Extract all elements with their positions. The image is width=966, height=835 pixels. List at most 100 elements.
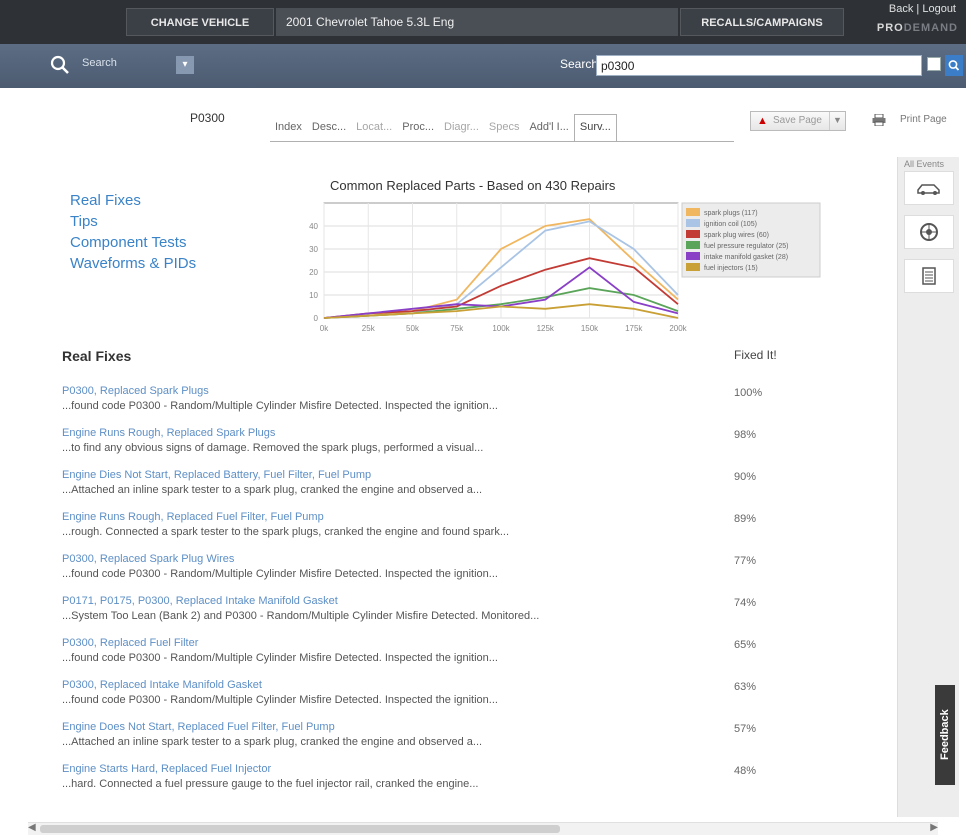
fix-title-link[interactable]: P0300, Replaced Intake Manifold Gasket [62,679,262,691]
change-vehicle-button[interactable]: CHANGE VEHICLE [126,8,274,36]
x-tick-label: 50k [406,324,420,333]
fix-description: ...found code P0300 - Random/Multiple Cy… [62,400,498,412]
fix-title-link[interactable]: Engine Does Not Start, Replaced Fuel Fil… [62,721,335,733]
quick-link-waveforms-pids[interactable]: Waveforms & PIDs [70,253,196,274]
tab-location[interactable]: Locat... [351,114,397,142]
search-go-button[interactable] [945,55,963,76]
fixed-it-percent: 65% [734,639,757,651]
fix-description: ...found code P0300 - Random/Multiple Cy… [62,568,498,580]
y-tick-label: 0 [314,314,319,323]
feedback-tab[interactable]: Feedback [935,685,955,785]
search-input[interactable] [596,55,922,76]
wheel-icon[interactable] [904,215,954,249]
x-tick-label: 125k [537,324,555,333]
tab-specs[interactable]: Specs [484,114,525,142]
print-page-link[interactable]: Print Page [900,114,947,125]
fix-title-link[interactable]: P0300, Replaced Spark Plugs [62,385,209,397]
chart-title: Common Replaced Parts - Based on 430 Rep… [330,178,616,193]
x-tick-label: 75k [450,324,464,333]
fix-title-link[interactable]: Engine Starts Hard, Replaced Fuel Inject… [62,763,271,775]
legend-label: fuel pressure regulator (25) [704,243,788,250]
printer-icon[interactable] [872,114,886,126]
list-item: P0300, Replaced Spark Plug Wires ...foun… [62,551,902,593]
quick-link-component-tests[interactable]: Component Tests [70,232,196,253]
scroll-left-icon[interactable]: ◀ [28,822,36,833]
list-item: P0300, Replaced Intake Manifold Gasket .… [62,677,902,719]
fixed-it-percent: 100% [734,387,763,399]
x-tick-label: 0k [320,324,329,333]
legend-swatch [686,241,700,249]
legend-swatch [686,230,700,238]
scroll-right-icon[interactable]: ▶ [930,822,938,833]
fix-title-link[interactable]: P0300, Replaced Fuel Filter [62,637,198,649]
rail-label[interactable]: All Events [904,159,944,169]
tab-index[interactable]: Index [270,114,307,142]
fix-description: ...hard. Connected a fuel pressure gauge… [62,778,479,790]
car-icon[interactable] [904,171,954,205]
top-bar: CHANGE VEHICLE 2001 Chevrolet Tahoe 5.3L… [0,0,966,44]
list-item: Engine Dies Not Start, Replaced Battery,… [62,467,902,509]
fix-description: ...found code P0300 - Random/Multiple Cy… [62,652,498,664]
x-tick-label: 200k [669,324,687,333]
fixed-it-percent: 90% [734,471,757,483]
real-fixes-list: P0300, Replaced Spark Plugs ...found cod… [62,383,902,803]
legend-label: spark plugs (117) [704,210,758,217]
fixed-it-percent: 57% [734,723,757,735]
search-icon[interactable] [50,55,70,75]
tabs-divider [270,141,734,142]
back-logout-link[interactable]: Back | Logout [889,3,956,15]
fix-description: ...Attached an inline spark tester to a … [62,736,483,748]
quick-link-tips[interactable]: Tips [70,211,196,232]
fixed-it-percent: 63% [734,681,757,693]
horizontal-scrollbar[interactable]: ◀ ▶ [28,822,938,835]
fixed-it-percent: 77% [734,555,757,567]
brand-pro: PRO [876,22,904,34]
tab-additional-info[interactable]: Add'l I... [524,114,573,142]
save-divider [829,112,830,130]
y-tick-label: 10 [309,291,318,300]
list-item: Engine Runs Rough, Replaced Fuel Filter,… [62,509,902,551]
fix-description: ...rough. Connected a spark tester to th… [62,526,509,538]
fix-description: ...System Too Lean (Bank 2) and P0300 - … [62,610,540,622]
clear-search-button[interactable] [927,57,941,71]
list-item: Engine Runs Rough, Replaced Spark Plugs … [62,425,902,467]
fix-title-link[interactable]: P0171, P0175, P0300, Replaced Intake Man… [62,595,338,607]
fix-description: ...to find any obvious signs of damage. … [62,442,484,454]
tab-description[interactable]: Desc... [307,114,351,142]
list-item: P0171, P0175, P0300, Replaced Intake Man… [62,593,902,635]
chevron-down-icon[interactable]: ▼ [833,115,842,125]
scrollbar-thumb[interactable] [40,825,560,833]
save-page-button[interactable]: ▲ Save Page ▼ [750,111,846,131]
fixed-it-percent: 89% [734,513,757,525]
brand-demand: DEMAND [903,22,958,34]
list-item: Engine Starts Hard, Replaced Fuel Inject… [62,761,902,803]
fix-description: ...Attached an inline spark tester to a … [62,484,483,496]
fix-title-link[interactable]: P0300, Replaced Spark Plug Wires [62,553,234,565]
legend-label: intake manifold gasket (28) [704,254,788,261]
list-item: P0300, Replaced Fuel Filter ...found cod… [62,635,902,677]
fix-title-link[interactable]: Engine Runs Rough, Replaced Spark Plugs [62,427,275,439]
y-tick-label: 20 [309,268,318,277]
tab-survey[interactable]: Surv... [573,114,617,142]
quick-links: Real Fixes Tips Component Tests Waveform… [70,190,196,274]
tab-bar: Index Desc... Locat... Proc... Diagr... … [270,114,617,142]
search-mode-dropdown[interactable]: ▾ [176,56,194,74]
legend-label: spark plug wires (60) [704,232,769,239]
list-item: Engine Does Not Start, Replaced Fuel Fil… [62,719,902,761]
y-tick-label: 40 [309,222,318,231]
tab-procedures[interactable]: Proc... [397,114,439,142]
fixed-it-percent: 98% [734,429,757,441]
fix-title-link[interactable]: Engine Runs Rough, Replaced Fuel Filter,… [62,511,324,523]
fixed-it-percent: 74% [734,597,757,609]
document-icon[interactable] [904,259,954,293]
legend-swatch [686,252,700,260]
vehicle-name: 2001 Chevrolet Tahoe 5.3L Eng [276,8,678,36]
legend-swatch [686,219,700,227]
pdf-icon: ▲ [757,115,768,127]
fix-title-link[interactable]: Engine Dies Not Start, Replaced Battery,… [62,469,371,481]
search-mode-label[interactable]: Search [82,57,117,69]
quick-link-real-fixes[interactable]: Real Fixes [70,190,196,211]
recalls-campaigns-button[interactable]: RECALLS/CAMPAIGNS [680,8,844,36]
tab-diagrams[interactable]: Diagr... [439,114,484,142]
legend-label: fuel injectors (15) [704,265,758,272]
